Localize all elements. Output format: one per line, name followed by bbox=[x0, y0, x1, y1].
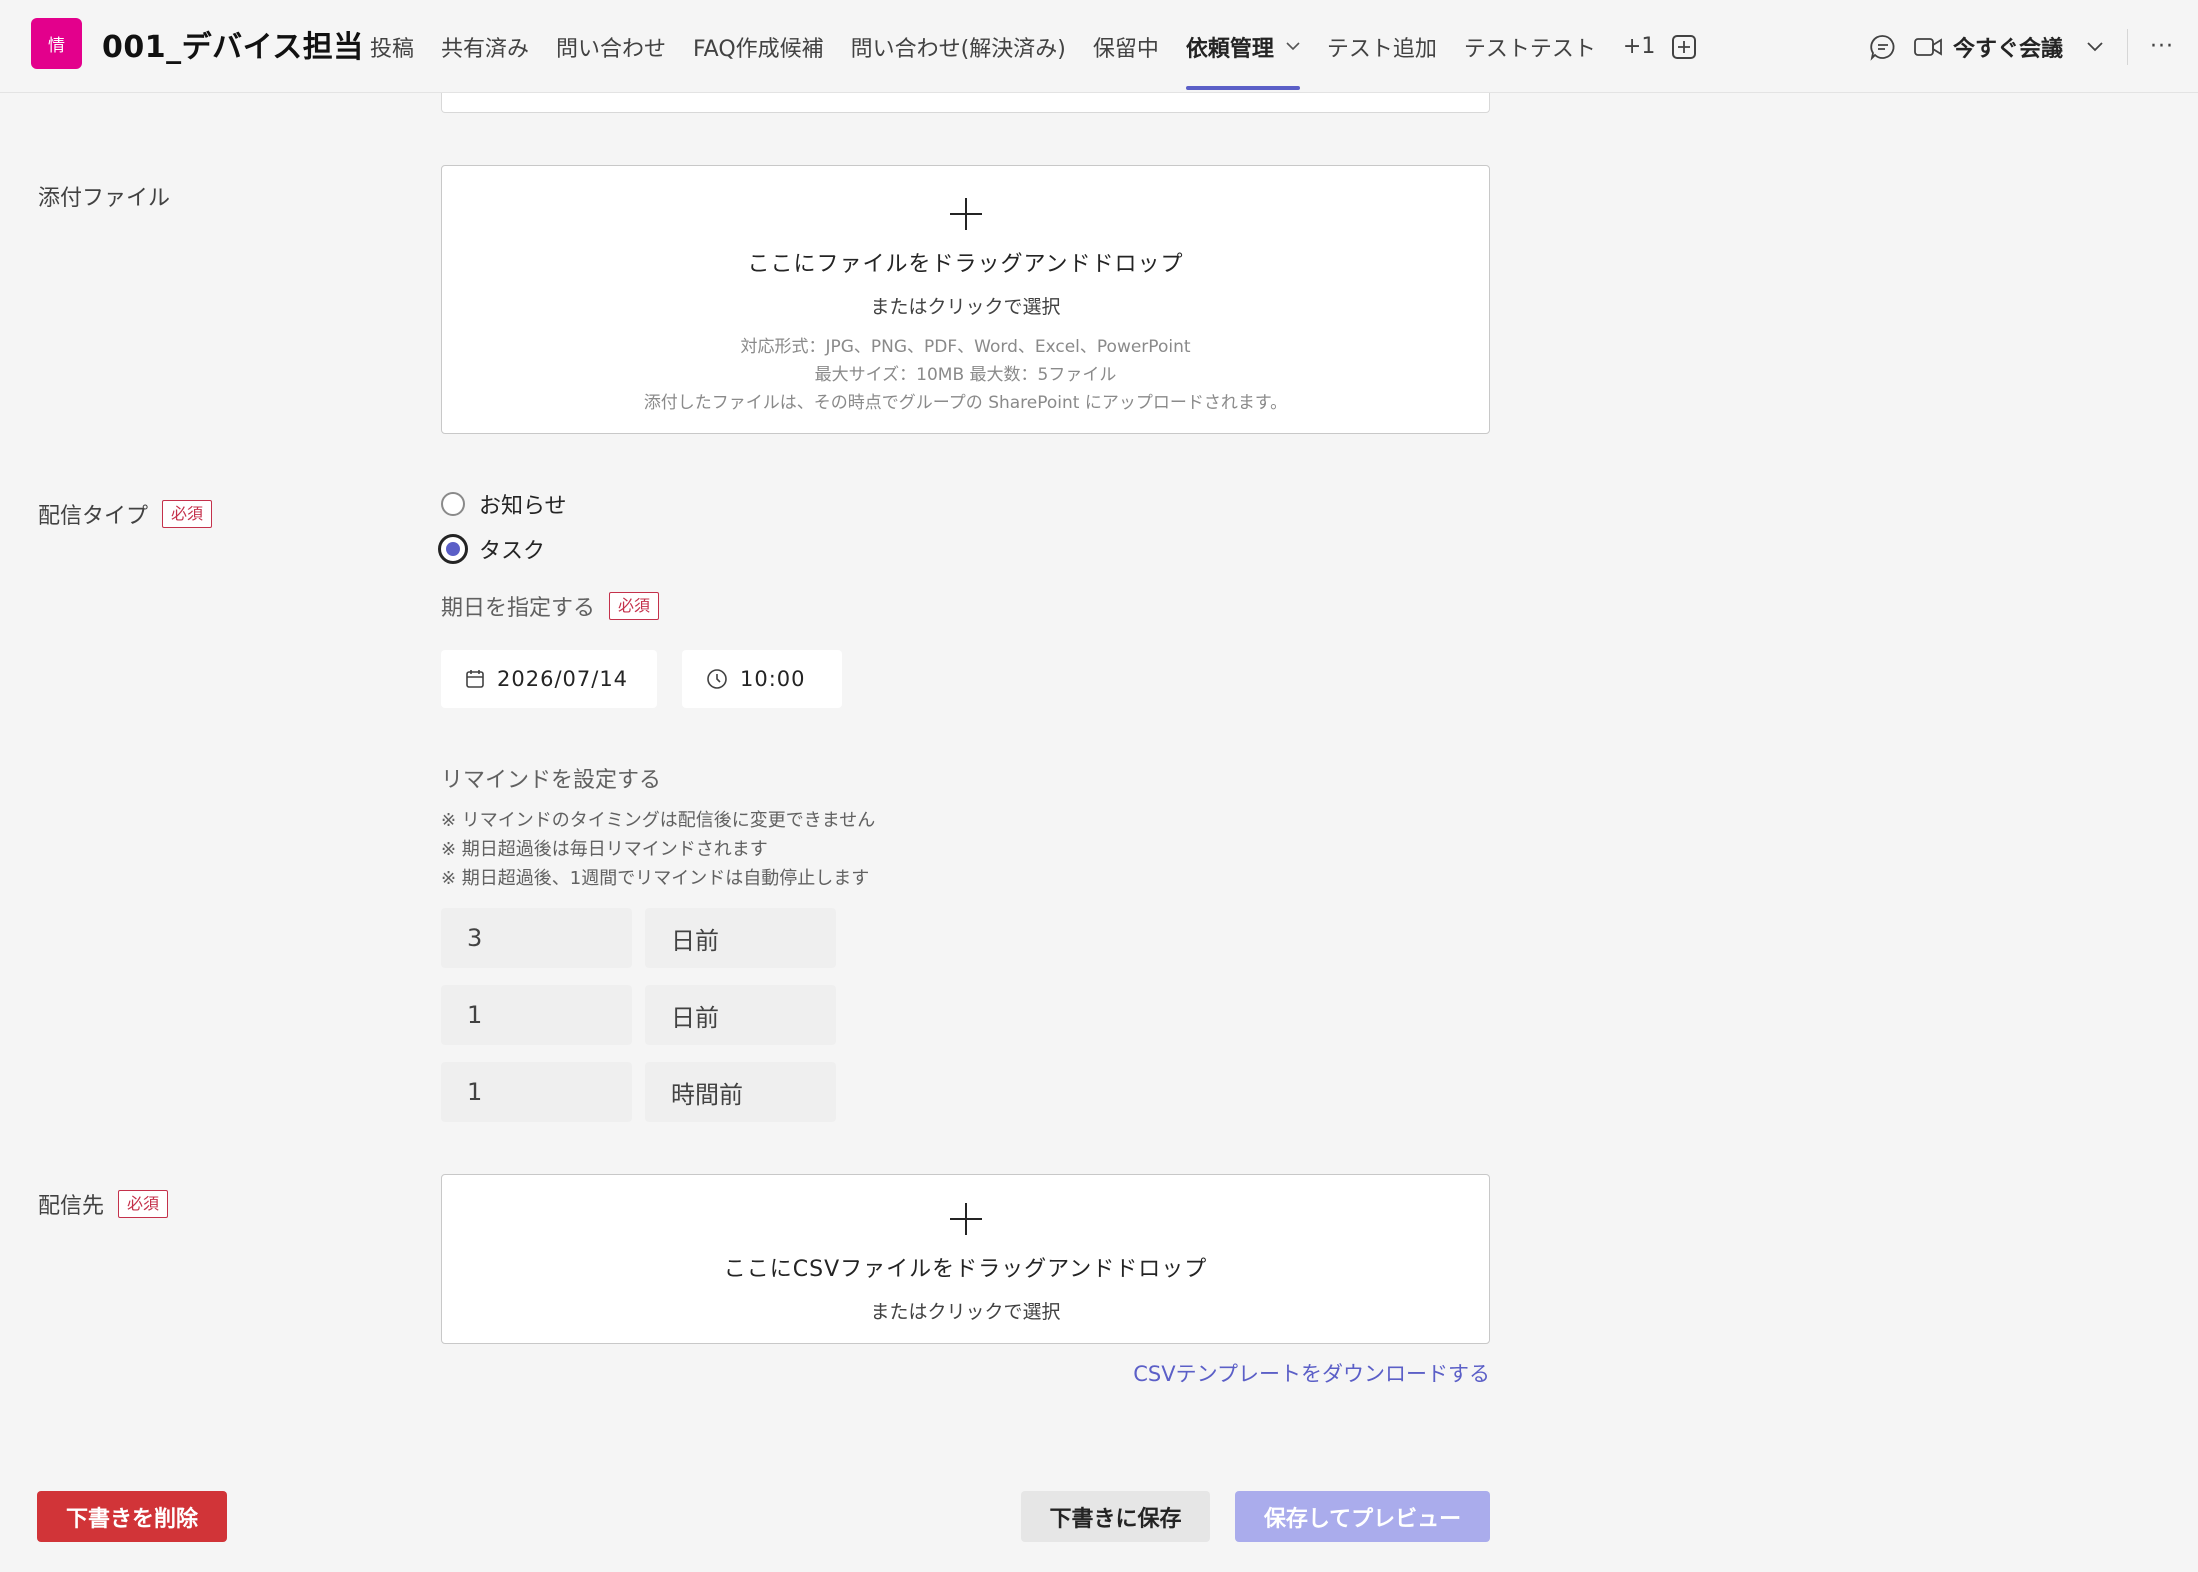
reminder-note: ※ 期日超過後は毎日リマインドされます bbox=[441, 839, 768, 860]
reminder-unit-select[interactable]: 日前 bbox=[645, 908, 836, 968]
reminder-value-input[interactable]: 3 bbox=[441, 908, 632, 968]
radio-button[interactable] bbox=[441, 492, 465, 516]
save-and-preview-button[interactable]: 保存してプレビュー bbox=[1235, 1491, 1490, 1542]
tab-posts[interactable]: 投稿 bbox=[370, 0, 414, 93]
chevron-down-icon bbox=[1286, 39, 1300, 55]
csv-template-download-link[interactable]: CSVテンプレートをダウンロードする bbox=[1133, 1358, 1490, 1388]
tab-inquiries[interactable]: 問い合わせ bbox=[556, 0, 666, 93]
reminder-note: ※ 期日超過後、1週間でリマインドは自動停止します bbox=[441, 868, 870, 889]
reminder-unit-select[interactable]: 時間前 bbox=[645, 1062, 836, 1122]
previous-field-box[interactable] bbox=[441, 93, 1490, 113]
due-date-label: 期日を指定する 必須 bbox=[441, 590, 660, 622]
required-badge: 必須 bbox=[609, 592, 660, 620]
tab-shared[interactable]: 共有済み bbox=[441, 0, 529, 93]
csv-dropzone[interactable]: ここにCSVファイルをドラッグアンドドロップ またはクリックで選択 bbox=[441, 1174, 1490, 1344]
recipients-label: 配信先 必須 bbox=[38, 1188, 169, 1220]
required-badge: 必須 bbox=[162, 500, 213, 528]
tab-overflow-count[interactable]: +1 bbox=[1623, 0, 1655, 93]
chevron-down-icon[interactable] bbox=[2087, 37, 2103, 56]
time-picker[interactable]: 10:00 bbox=[682, 650, 842, 708]
dropzone-drop-text: ここにファイルをドラッグアンドドロップ bbox=[747, 252, 1184, 277]
reminder-value-input[interactable]: 1 bbox=[441, 1062, 632, 1122]
header-actions: 今すぐ会議 ··· bbox=[1869, 0, 2198, 93]
attachment-dropzone[interactable]: ここにファイルをドラッグアンドドロップ またはクリックで選択 対応形式：JPG、… bbox=[441, 165, 1490, 434]
sharepoint-note: 添付したファイルは、その時点でグループの SharePoint にアップロードさ… bbox=[643, 393, 1288, 413]
team-name[interactable]: 001_デバイス担当 bbox=[102, 22, 364, 66]
header-divider bbox=[2127, 28, 2129, 65]
team-avatar[interactable]: 情 bbox=[31, 18, 82, 69]
reminder-label: リマインドを設定する bbox=[441, 768, 662, 793]
attachment-label: 添付ファイル bbox=[38, 186, 171, 211]
tab-faq-candidates[interactable]: FAQ作成候補 bbox=[693, 0, 824, 93]
delete-draft-button[interactable]: 下書きを削除 bbox=[37, 1491, 227, 1542]
dropzone-drop-text: ここにCSVファイルをドラッグアンドドロップ bbox=[723, 1257, 1208, 1282]
channel-header: 情 001_デバイス担当 投稿 共有済み 問い合わせ FAQ作成候補 問い合わせ… bbox=[0, 0, 2198, 93]
date-picker[interactable]: 2026/07/14 bbox=[441, 650, 657, 708]
add-tab-icon[interactable] bbox=[1672, 34, 1697, 59]
size-limits: 最大サイズ：10MB 最大数：5ファイル bbox=[814, 365, 1117, 385]
tab-test-add[interactable]: テスト追加 bbox=[1327, 0, 1437, 93]
calendar-icon bbox=[466, 670, 484, 688]
more-options-icon[interactable]: ··· bbox=[2150, 34, 2174, 59]
radio-button-checked[interactable] bbox=[438, 534, 468, 564]
dropzone-click-text: またはクリックで選択 bbox=[870, 296, 1061, 318]
reminder-unit-select[interactable]: 日前 bbox=[645, 985, 836, 1045]
plus-icon bbox=[442, 1201, 1489, 1237]
tab-on-hold[interactable]: 保留中 bbox=[1093, 0, 1159, 93]
tab-test-test[interactable]: テストテスト bbox=[1464, 0, 1596, 93]
save-draft-button[interactable]: 下書きに保存 bbox=[1021, 1491, 1210, 1542]
required-badge: 必須 bbox=[118, 1190, 169, 1218]
tab-bar: 投稿 共有済み 問い合わせ FAQ作成候補 問い合わせ(解決済み) 保留中 依頼… bbox=[370, 0, 1697, 93]
plus-icon bbox=[442, 196, 1489, 232]
tab-inquiries-resolved[interactable]: 問い合わせ(解決済み) bbox=[851, 0, 1066, 93]
reminder-note: ※ リマインドのタイミングは配信後に変更できません bbox=[441, 810, 876, 831]
supported-formats: 対応形式：JPG、PNG、PDF、Word、Excel、PowerPoint bbox=[740, 337, 1191, 357]
dropzone-click-text: またはクリックで選択 bbox=[870, 1301, 1061, 1323]
chat-icon[interactable] bbox=[1869, 33, 1897, 61]
radio-task[interactable]: タスク bbox=[438, 533, 545, 565]
clock-icon bbox=[707, 669, 727, 689]
radio-notice[interactable]: お知らせ bbox=[441, 488, 567, 520]
tab-request-management[interactable]: 依頼管理 bbox=[1185, 0, 1300, 93]
video-camera-icon[interactable] bbox=[1913, 35, 1943, 59]
meet-now-button[interactable]: 今すぐ会議 bbox=[1953, 31, 2063, 63]
delivery-type-label: 配信タイプ 必須 bbox=[38, 498, 213, 530]
reminder-value-input[interactable]: 1 bbox=[441, 985, 632, 1045]
